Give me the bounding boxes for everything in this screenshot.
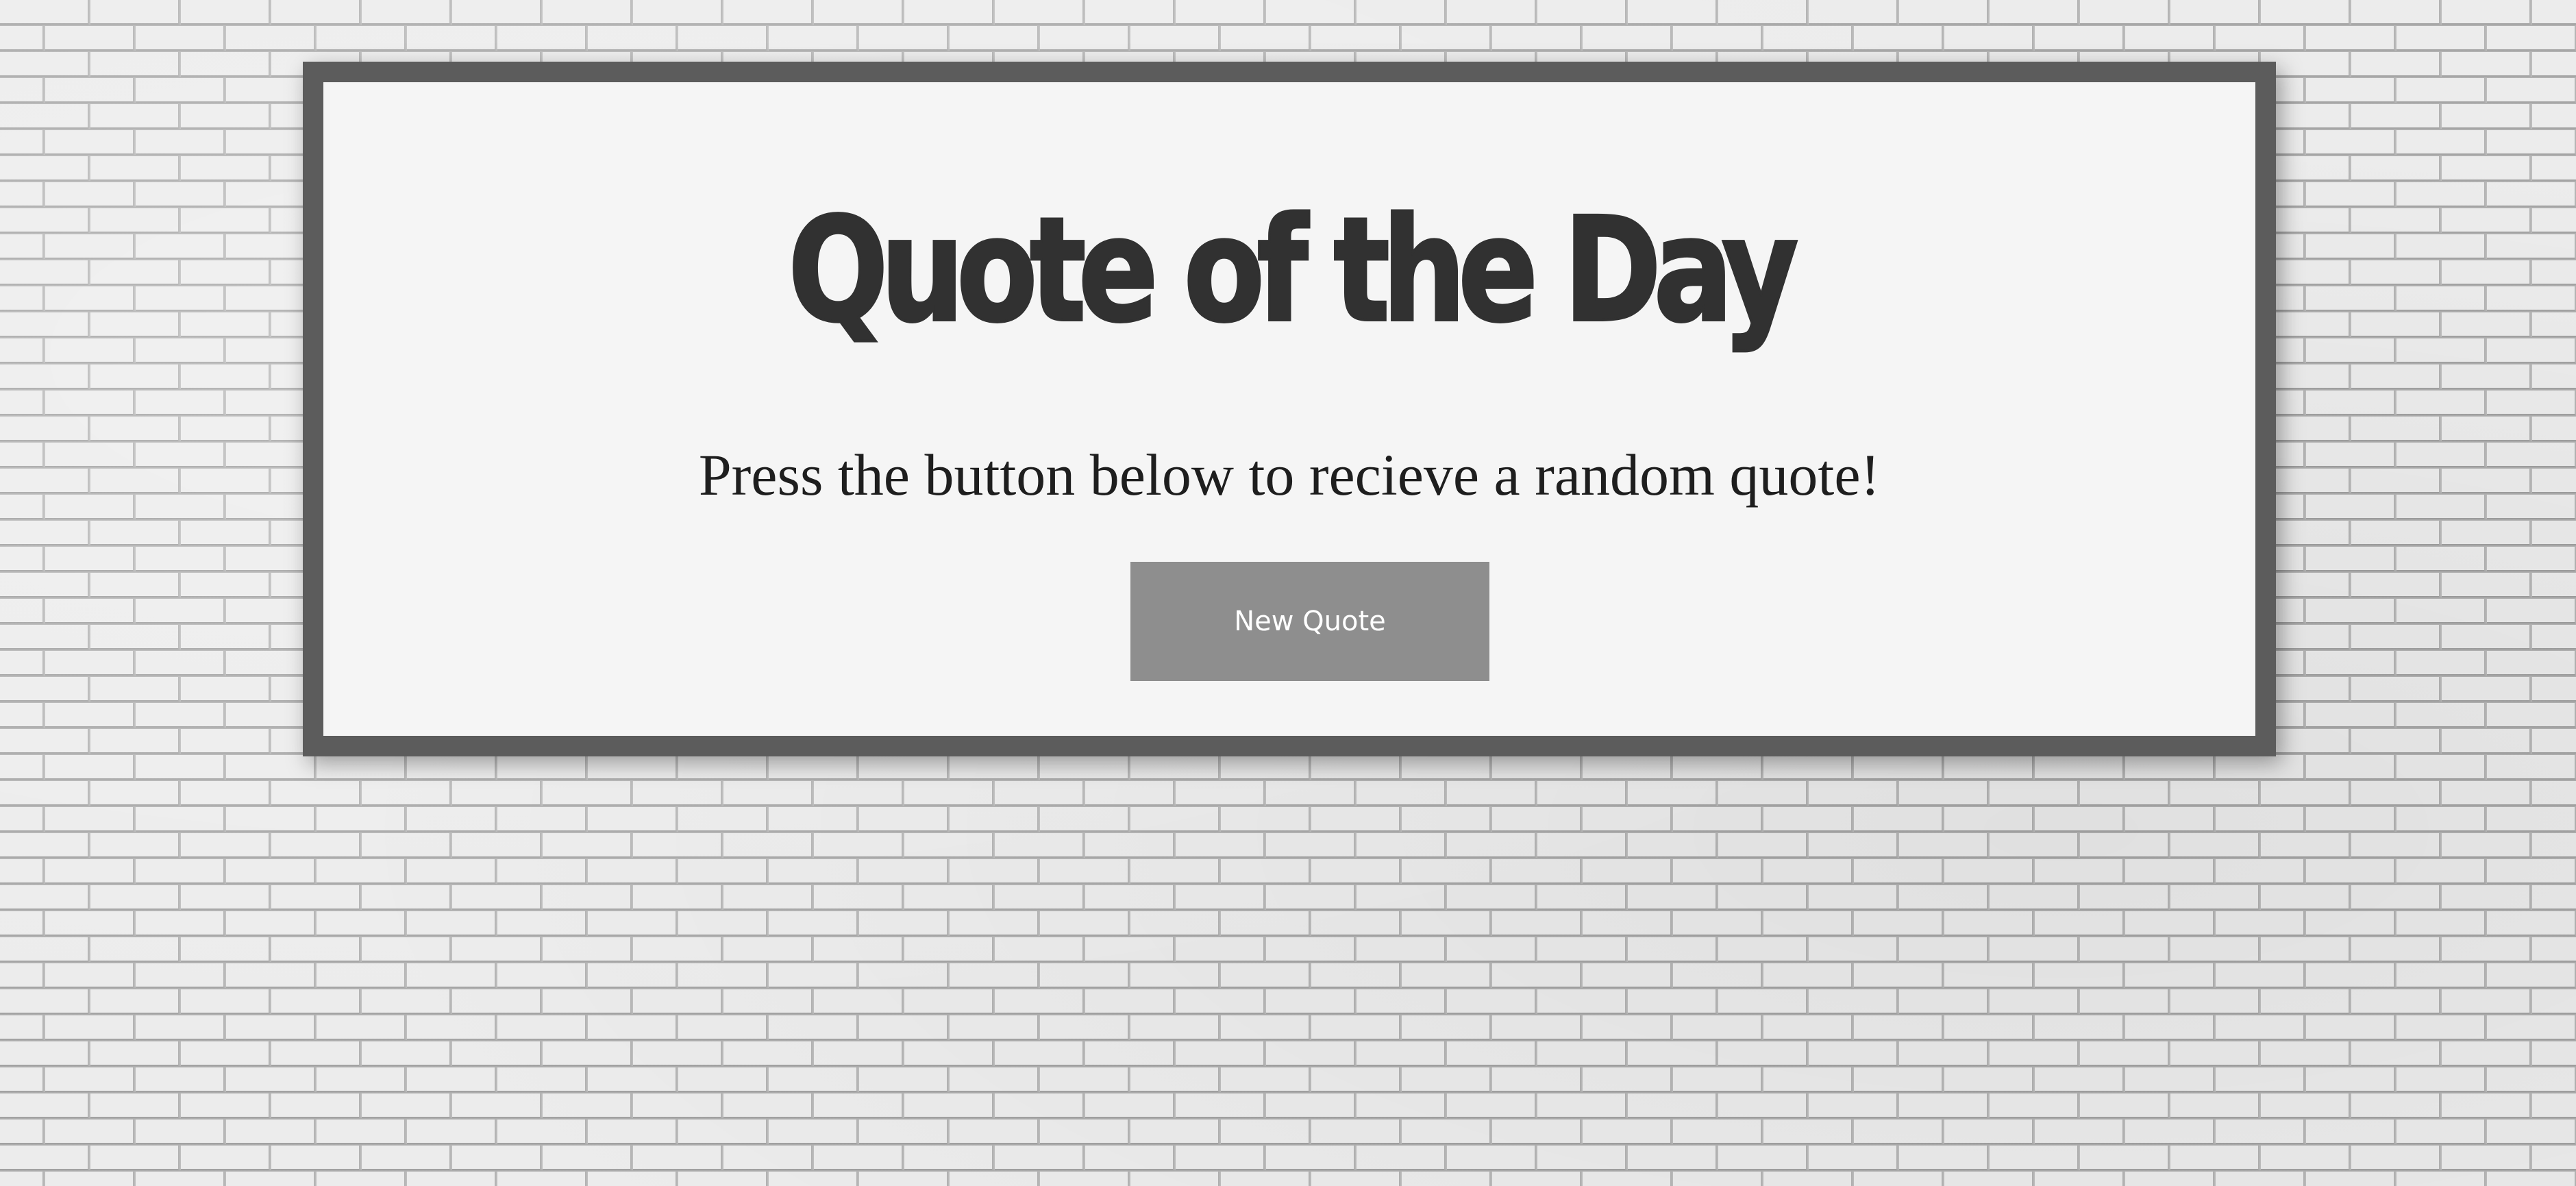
quote-prompt-text: Press the button below to recieve a rand… <box>698 442 1881 508</box>
page-title: Quote of the Day <box>787 186 1800 354</box>
new-quote-button[interactable]: New Quote <box>1130 562 1489 681</box>
quote-frame: Quote of the Day Press the button below … <box>303 62 2276 756</box>
quote-card: Quote of the Day Press the button below … <box>323 82 2255 736</box>
